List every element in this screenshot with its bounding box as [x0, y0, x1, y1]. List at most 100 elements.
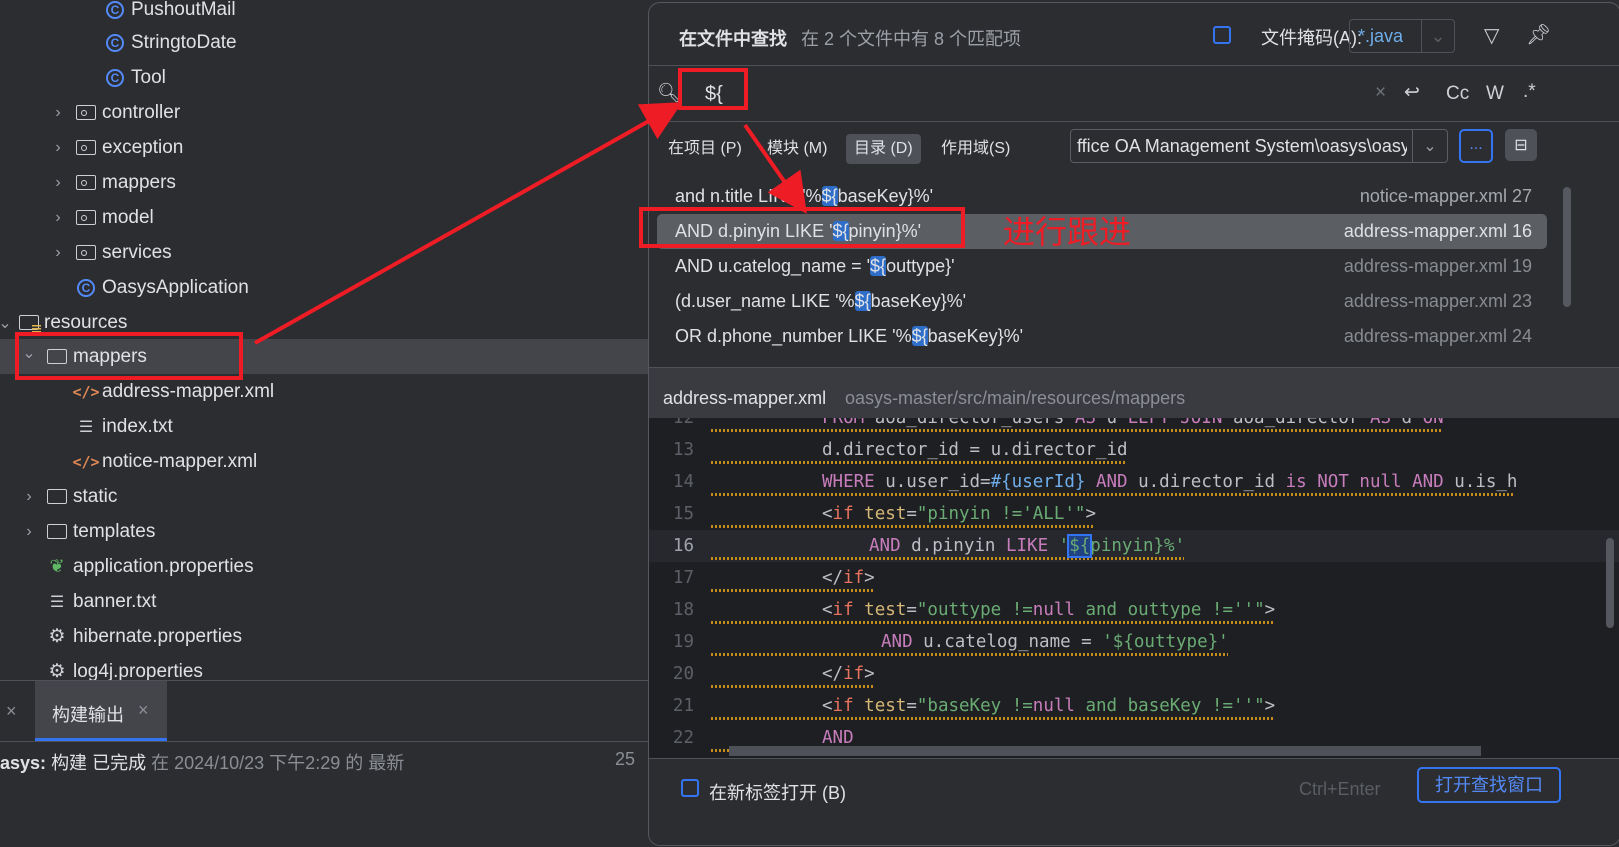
tree-item-model[interactable]: › model: [0, 200, 650, 235]
chevron-right-icon[interactable]: ›: [51, 174, 65, 192]
code-preview[interactable]: 12 FROM aoa_director_users AS u LEFT JOIN…: [649, 418, 1619, 758]
line-number: 16: [672, 536, 694, 556]
tree-item-static[interactable]: › static: [0, 479, 650, 514]
scope-project[interactable]: 在项目 (P): [660, 134, 750, 164]
tree-item-pushoutmail[interactable]: C PushoutMail: [0, 0, 650, 27]
group-by-directory-icon[interactable]: ⊟: [1505, 129, 1537, 161]
file-mask-combo[interactable]: *.java ⌄: [1349, 19, 1455, 53]
tree-item-notice-mapper[interactable]: </> notice-mapper.xml: [0, 444, 650, 479]
code-text: AND d.pinyin LIKE '${pinyin}%': [869, 534, 1186, 558]
settings-file-icon: ⚙: [48, 626, 66, 647]
warning-underline: [711, 717, 1274, 720]
package-folder-icon: [75, 172, 97, 194]
code-scrollbar[interactable]: [1606, 538, 1614, 628]
results-scrollbar[interactable]: [1563, 187, 1571, 307]
tree-item-banner-txt[interactable]: ☰ banner.txt: [0, 584, 650, 619]
code-line[interactable]: 12 FROM aoa_director_users AS u LEFT JOIN…: [649, 418, 1619, 434]
result-item-selected[interactable]: AND d.pinyin LIKE '${pinyin}%' address-m…: [649, 214, 1619, 249]
close-icon[interactable]: ×: [6, 701, 17, 722]
scope-directory[interactable]: 目录 (D): [846, 134, 921, 164]
pin-icon[interactable]: 📌︎: [1526, 22, 1551, 47]
code-line[interactable]: 19 AND u.catelog_name = '${outtype}': [649, 626, 1619, 658]
result-item[interactable]: (d.user_name LIKE '%${baseKey}%' address…: [649, 284, 1619, 319]
warning-underline: [711, 557, 1184, 560]
warning-underline: [711, 461, 1127, 464]
result-item[interactable]: and n.title LIKE '%${baseKey}%' notice-m…: [649, 179, 1619, 214]
chevron-right-icon[interactable]: ›: [51, 209, 65, 227]
close-icon[interactable]: ×: [138, 700, 149, 721]
tree-item-tool[interactable]: C Tool: [0, 60, 650, 95]
browse-button[interactable]: ...: [1459, 129, 1493, 163]
regex-toggle[interactable]: .*: [1523, 81, 1536, 103]
open-in-new-tab-label: 在新标签打开 (B): [709, 783, 846, 803]
filter-icon[interactable]: ▽: [1484, 23, 1499, 48]
tree-item-resources[interactable]: ⌄ resources: [0, 305, 650, 340]
open-in-new-tab-checkbox[interactable]: [681, 779, 699, 797]
open-find-window-button[interactable]: 打开查找窗口: [1417, 767, 1561, 803]
tree-item-exception[interactable]: › exception: [0, 130, 650, 165]
scope-row: 在项目 (P) 模块 (M) 目录 (D) 作用域(S) ffice OA Ma…: [649, 123, 1619, 175]
chevron-right-icon[interactable]: ›: [51, 244, 65, 262]
tree-item-stringtodate[interactable]: C StringtoDate: [0, 25, 650, 60]
tree-item-services[interactable]: › services: [0, 235, 650, 270]
build-panel: × 构建输出 × asys: 构建 已完成 在 2024/10/23 下午2:2…: [0, 680, 650, 847]
chevron-down-icon[interactable]: ⌄: [1421, 20, 1454, 52]
tree-item-mappers-folder[interactable]: ⌄ mappers: [0, 339, 650, 374]
chevron-right-icon[interactable]: ›: [22, 523, 36, 541]
build-tab-bar: × 构建输出 ×: [0, 681, 650, 742]
tree-item-index-txt[interactable]: ☰ index.txt: [0, 409, 650, 444]
code-line[interactable]: 15 <if test="pinyin !='ALL'">: [649, 498, 1619, 530]
file-mask-checkbox[interactable]: [1213, 26, 1231, 44]
code-line[interactable]: 13 d.director_id = u.director_id: [649, 434, 1619, 466]
code-line[interactable]: 16 AND d.pinyin LIKE '${pinyin}%': [649, 530, 1619, 562]
warning-underline: [711, 429, 1442, 432]
tree-item-hibernate-properties[interactable]: ⚙ hibernate.properties: [0, 619, 650, 654]
code-line[interactable]: 17 </if>: [649, 562, 1619, 594]
line-number: 18: [672, 600, 694, 620]
search-history-icon[interactable]: 🔍︎: [657, 81, 681, 105]
spring-config-icon: ❦: [49, 556, 65, 576]
find-in-files-popup: 在文件中查找 在 2 个文件中有 8 个匹配项 文件掩码(A): *.java …: [648, 2, 1619, 846]
code-text: <if test="baseKey !=null and baseKey !='…: [822, 696, 1276, 716]
directory-combo[interactable]: ffice OA Management System\oasys\oasys ⌄: [1070, 129, 1448, 163]
tree-item-templates[interactable]: › templates: [0, 514, 650, 549]
code-line[interactable]: 14 WHERE u.user_id=#{userId} AND u.direct…: [649, 466, 1619, 498]
code-line[interactable]: 18 <if test="outtype !=null and outtype !…: [649, 594, 1619, 626]
tree-item-oasysapplication[interactable]: C OasysApplication: [0, 270, 650, 305]
search-input[interactable]: [693, 73, 1307, 115]
tab-build-output[interactable]: 构建输出 ×: [35, 681, 167, 741]
code-text: </if>: [822, 664, 875, 684]
horizontal-scrollbar[interactable]: [729, 746, 1481, 756]
line-number: 12: [672, 418, 694, 428]
warning-underline: [711, 525, 1095, 528]
chevron-down-icon[interactable]: ⌄: [1412, 130, 1447, 162]
chevron-right-icon[interactable]: ›: [22, 488, 36, 506]
result-item[interactable]: AND u.catelog_name = '${outtype}' addres…: [649, 249, 1619, 284]
preview-file-name: address-mapper.xml: [663, 388, 827, 408]
result-item[interactable]: OR d.phone_number LIKE '%${baseKey}%' ad…: [649, 319, 1619, 354]
class-icon: C: [104, 0, 126, 21]
warning-underline: [711, 589, 875, 592]
tree-item-address-mapper[interactable]: </> address-mapper.xml: [0, 374, 650, 409]
package-folder-icon: [75, 242, 97, 264]
file-mask-label: 文件掩码(A):: [1261, 28, 1362, 48]
whole-words-toggle[interactable]: W: [1486, 83, 1504, 105]
newline-icon[interactable]: ↩: [1404, 81, 1420, 104]
match-case-toggle[interactable]: Cc: [1446, 83, 1469, 105]
code-line[interactable]: 20 </if>: [649, 658, 1619, 690]
line-number: 13: [672, 440, 694, 460]
chevron-right-icon[interactable]: ›: [51, 139, 65, 157]
chevron-down-icon[interactable]: ⌄: [0, 313, 12, 333]
scope-module[interactable]: 模块 (M): [759, 134, 835, 164]
code-text: <if test="pinyin !='ALL'">: [822, 504, 1097, 524]
tree-item-mappers-package[interactable]: › mappers: [0, 165, 650, 200]
package-folder-icon: [75, 102, 97, 124]
tree-item-controller[interactable]: › controller: [0, 95, 650, 130]
code-line[interactable]: 21 <if test="baseKey !=null and baseKey !…: [649, 690, 1619, 722]
tree-item-application-properties[interactable]: ❦ application.properties: [0, 549, 650, 584]
chevron-right-icon[interactable]: ›: [51, 104, 65, 122]
code-text: WHERE u.user_id=#{userId} AND u.director…: [822, 472, 1518, 492]
chevron-down-icon[interactable]: ⌄: [22, 343, 36, 363]
scope-custom[interactable]: 作用域(S): [933, 134, 1018, 164]
clear-icon[interactable]: ×: [1375, 82, 1386, 104]
